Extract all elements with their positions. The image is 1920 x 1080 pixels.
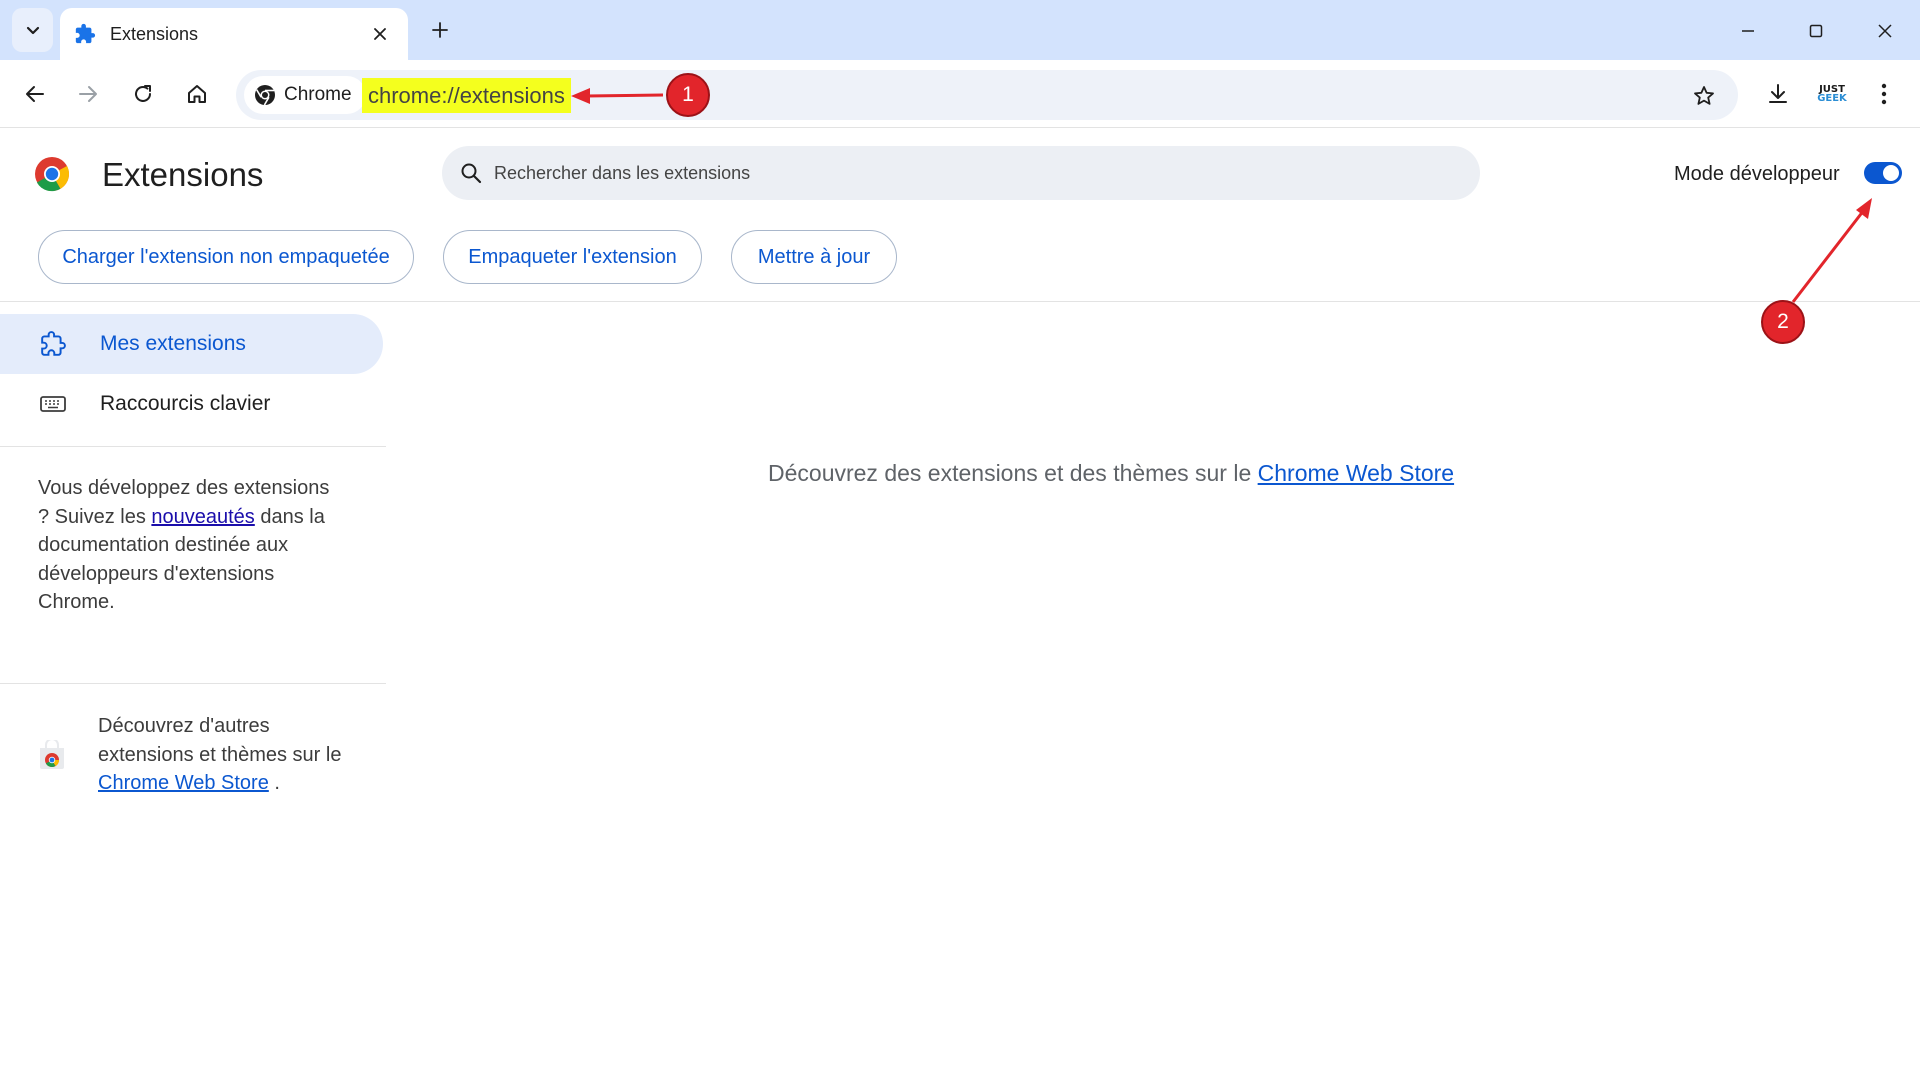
home-icon <box>188 85 206 103</box>
whats-new-link[interactable]: nouveautés <box>151 506 254 528</box>
download-icon <box>1769 84 1787 103</box>
empty-state-text: Découvrez des extensions et des thèmes s… <box>768 460 1258 486</box>
web-store-note: Découvrez d'autres extensions et thèmes … <box>98 712 358 798</box>
store-note-text-end: . <box>268 772 280 794</box>
toggle-knob <box>1883 165 1899 181</box>
toolbar: Chrome chrome://extensions JUST GEEK <box>0 60 1920 128</box>
new-tab-button[interactable] <box>426 16 454 44</box>
menu-button[interactable] <box>1866 76 1902 112</box>
justgeek-logo-icon: JUST GEEK <box>1817 85 1847 104</box>
annotation-badge-1: 1 <box>666 73 710 117</box>
minimize-icon <box>1742 30 1754 32</box>
store-note-text: Découvrez d'autres extensions et thèmes … <box>98 715 342 766</box>
annotation-arrowhead-2 <box>1856 198 1872 219</box>
minimize-button[interactable] <box>1731 14 1765 48</box>
bookmark-button[interactable] <box>1690 82 1718 110</box>
puzzle-icon <box>75 23 96 44</box>
sidebar-divider <box>0 683 386 684</box>
search-icon <box>461 163 482 184</box>
chevron-down-icon <box>26 26 39 35</box>
update-button[interactable]: Mettre à jour <box>731 230 897 284</box>
downloads-button[interactable] <box>1760 76 1796 112</box>
developer-mode-toggle[interactable] <box>1864 162 1902 184</box>
chrome-web-store-link[interactable]: Chrome Web Store <box>1258 460 1454 486</box>
chip-label: Chrome <box>284 84 352 105</box>
developer-note: Vous développez des extensions ? Suivez … <box>38 474 338 617</box>
sidebar-divider <box>0 446 386 447</box>
justgeek-line2: GEEK <box>1817 93 1847 104</box>
site-info-chip[interactable]: Chrome <box>244 76 366 114</box>
back-button[interactable] <box>18 77 52 111</box>
tab-extensions[interactable]: Extensions <box>60 8 408 60</box>
tab-search-button[interactable] <box>12 8 53 52</box>
home-button[interactable] <box>180 77 214 111</box>
address-bar[interactable]: Chrome chrome://extensions <box>236 70 1738 120</box>
sidebar-item-keyboard-shortcuts[interactable]: Raccourcis clavier <box>0 374 383 434</box>
tab-close-button[interactable] <box>366 20 394 48</box>
page-title: Extensions <box>102 156 264 193</box>
star-icon <box>1694 86 1714 105</box>
reload-button[interactable] <box>126 77 160 111</box>
sidebar-item-label: Mes extensions <box>100 332 246 355</box>
developer-mode-label: Mode développeur <box>1674 163 1840 185</box>
plus-icon <box>432 22 448 38</box>
header-divider <box>0 301 1920 302</box>
arrow-left-icon <box>26 86 44 102</box>
extensions-search[interactable] <box>442 146 1480 200</box>
sidebar-item-label: Raccourcis clavier <box>100 392 271 415</box>
chrome-logo-icon <box>35 157 69 192</box>
arrow-right-icon <box>79 86 97 102</box>
empty-state-message: Découvrez des extensions et des thèmes s… <box>768 460 1454 487</box>
extension-outline-icon <box>41 331 66 356</box>
pack-extension-button[interactable]: Empaqueter l'extension <box>443 230 702 284</box>
justgeek-extension-button[interactable]: JUST GEEK <box>1814 76 1850 112</box>
annotation-arrow-2 <box>1791 209 1866 303</box>
close-icon <box>1878 24 1892 38</box>
window-close-button[interactable] <box>1868 14 1902 48</box>
keyboard-icon <box>40 396 66 412</box>
reload-icon <box>135 85 151 102</box>
chrome-web-store-link[interactable]: Chrome Web Store <box>98 772 269 794</box>
search-input[interactable] <box>494 162 1394 184</box>
chrome-icon <box>255 85 275 106</box>
tab-title: Extensions <box>110 23 199 44</box>
close-icon <box>374 28 386 40</box>
more-vert-icon <box>1881 83 1887 105</box>
sidebar-item-my-extensions[interactable]: Mes extensions <box>0 314 383 374</box>
maximize-icon <box>1809 24 1823 38</box>
url-text[interactable]: chrome://extensions <box>362 78 571 113</box>
load-unpacked-button[interactable]: Charger l'extension non empaquetée <box>38 230 414 284</box>
tab-strip: Extensions <box>0 0 1920 60</box>
web-store-icon <box>40 740 64 769</box>
annotation-badge-2: 2 <box>1761 300 1805 344</box>
forward-button[interactable] <box>71 77 105 111</box>
maximize-button[interactable] <box>1799 14 1833 48</box>
